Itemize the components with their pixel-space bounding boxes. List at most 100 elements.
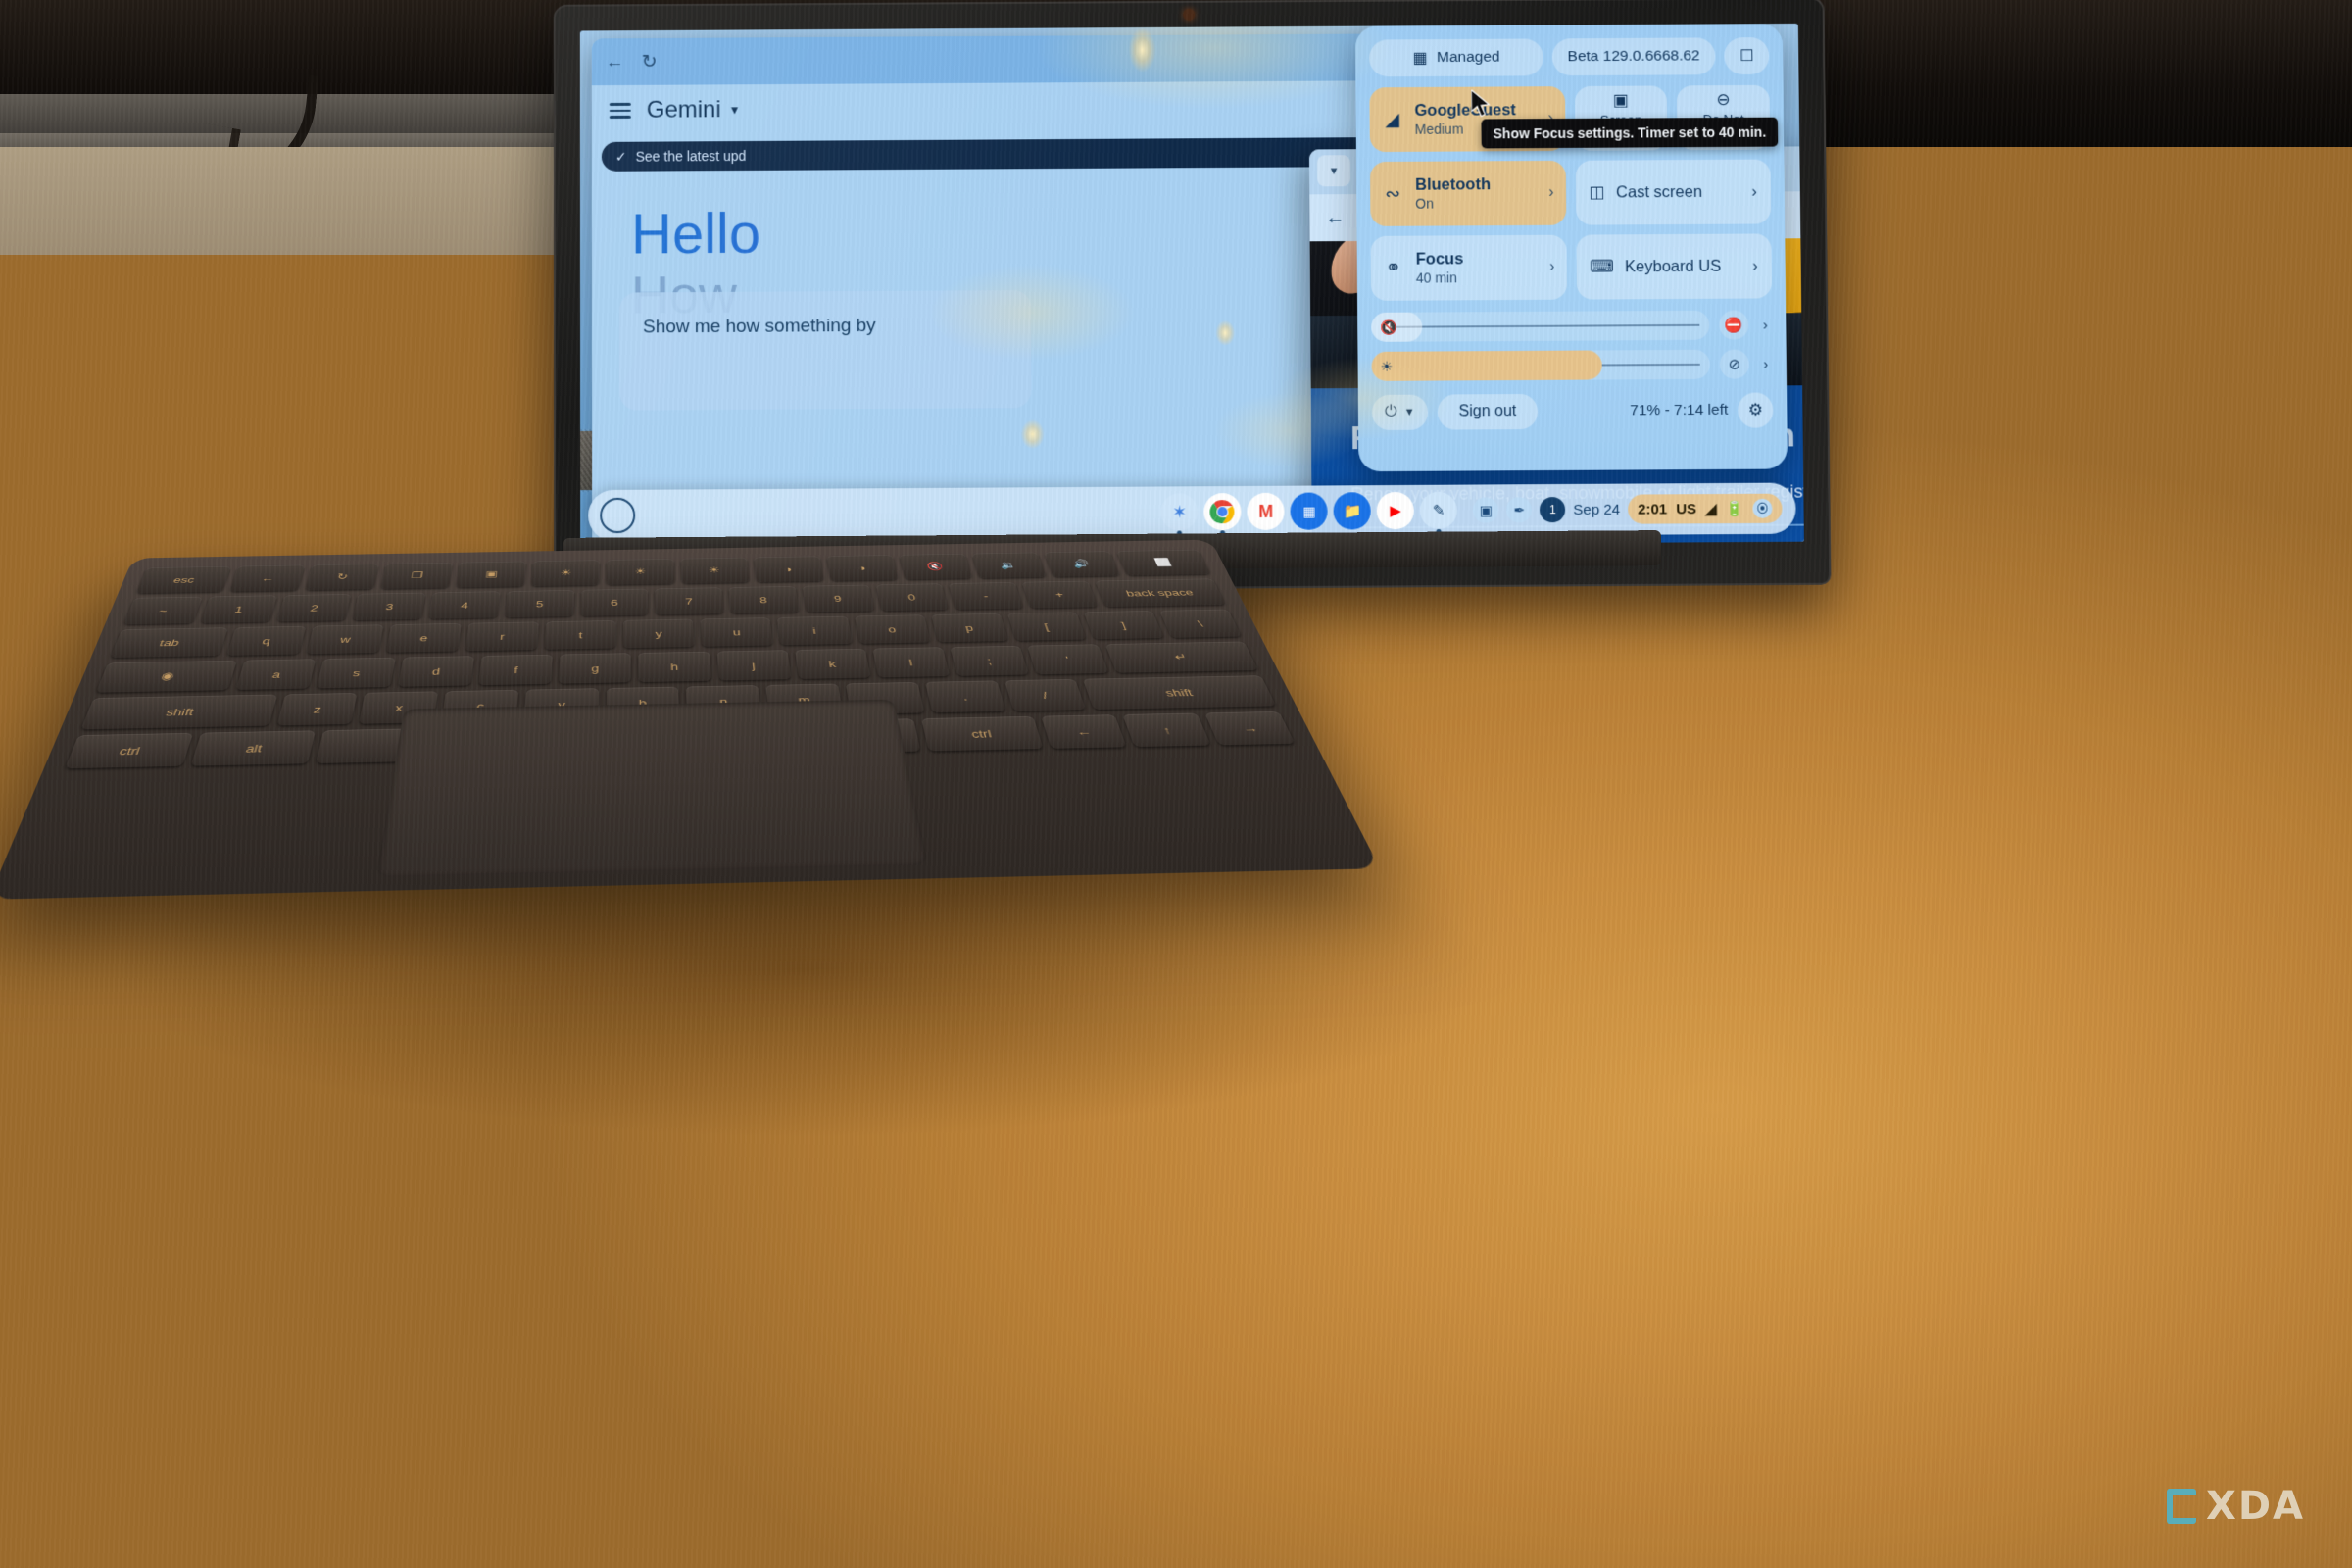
key-l[interactable]: l [872,647,950,677]
key-volume-mute[interactable]: ◑ [826,555,898,581]
bluetooth-tile[interactable]: ∾ Bluetooth On › [1370,161,1566,226]
key-back[interactable]: ← [229,565,305,592]
gmail-app-icon[interactable]: M [1248,493,1285,530]
cast-screen-tile[interactable]: ◫ Cast screen › [1575,160,1771,225]
brightness-slider-row[interactable]: ☀ ⊘ › [1371,349,1773,381]
key-shift-right[interactable]: shift [1083,675,1276,710]
key-g[interactable]: g [559,653,631,683]
key-w[interactable]: w [306,624,383,654]
reload-icon[interactable]: ↻ [642,52,658,71]
youtube-app-icon[interactable]: ▶ [1377,492,1414,529]
key-r[interactable]: r [466,621,539,651]
key-s[interactable]: s [317,658,395,689]
screen-capture-tray-icon[interactable]: ▣ [1473,497,1498,522]
key-arrow-left[interactable]: ← [1041,714,1127,749]
gemini-app-icon[interactable]: ✶ [1161,493,1199,530]
key-j[interactable]: j [716,650,791,680]
key-q[interactable]: q [226,626,306,656]
chevron-down-icon[interactable]: ▼ [729,103,741,117]
panel-toggle-icon[interactable]: ☐ [1724,37,1769,74]
system-tray[interactable]: 2:01 US ◢ 🔋 ⦿ [1628,494,1783,524]
key-period[interactable]: . [925,680,1005,712]
chevron-right-icon[interactable]: › [1759,356,1773,372]
key-tab[interactable]: tab [110,627,227,658]
key-2[interactable]: 2 [276,594,351,621]
key-snapshot[interactable]: ☀ [680,558,749,584]
key-p[interactable]: p [931,613,1008,642]
key-lock[interactable]: 🔊 [1044,551,1119,576]
stylus-tray-icon[interactable]: ✒ [1506,497,1532,522]
key-brightness-up[interactable]: ☀ [607,559,674,585]
chevron-down-icon[interactable]: ▾ [1317,155,1350,186]
status-tray-area[interactable]: ▣ ✒ 1 Sep 24 2:01 US ◢ 🔋 ⦿ [1467,494,1788,525]
key-f[interactable]: f [478,655,553,685]
key-overview[interactable]: ▣ [457,562,527,588]
key-i[interactable]: i [777,616,852,646]
back-icon[interactable]: ← [606,53,624,72]
key-5[interactable]: 5 [505,590,574,617]
sign-out-button[interactable]: Sign out [1437,394,1538,430]
key-backslash[interactable]: \ [1159,610,1242,638]
key-o[interactable]: o [855,614,931,644]
key-ctrl-right[interactable]: ctrl [921,716,1044,751]
notes-app-icon[interactable]: ✎ [1420,492,1457,529]
notification-badge[interactable]: 1 [1540,497,1565,522]
key-enter[interactable]: ↵ [1104,642,1258,673]
key-1[interactable]: 1 [200,595,276,623]
gemini-suggestion-chip[interactable]: Show me how something by [619,290,1032,411]
key-4[interactable]: 4 [428,591,500,618]
key-d[interactable]: d [398,656,474,687]
calendar-app-icon[interactable]: ▦ [1291,492,1328,529]
keyboard-tile[interactable]: ⌨ Keyboard US › [1576,233,1772,299]
mic-muted-icon[interactable]: ⛔ [1719,311,1748,340]
app-badge-icon[interactable]: ⦿ [1752,499,1772,518]
files-app-icon[interactable]: 📁 [1334,492,1371,529]
chevron-down-icon[interactable]: ▼ [1404,407,1415,418]
key-backspace[interactable]: back space [1095,578,1226,607]
key-y[interactable]: y [623,619,695,649]
key-e[interactable]: e [386,623,462,653]
key-8[interactable]: 8 [728,586,799,613]
key-arrow-up[interactable]: ↑ [1123,713,1211,748]
key-minus[interactable]: - [949,582,1023,610]
key-9[interactable]: 9 [802,585,873,612]
key-shift-left[interactable]: shift [80,695,276,730]
chevron-right-icon[interactable]: › [1752,257,1758,275]
chevron-right-icon[interactable]: › [1758,317,1772,333]
quick-settings-panel[interactable]: ▦ Managed Beta 129.0.6668.62 ☐ ◢ GoogleG… [1355,24,1788,471]
power-button[interactable]: ⏻ ▼ [1372,395,1428,430]
key-quote[interactable]: ' [1027,644,1108,674]
gear-icon[interactable]: ⚙ [1738,392,1773,427]
version-pill[interactable]: Beta 129.0.6668.62 [1552,37,1716,75]
volume-slider[interactable]: 🔇 [1371,311,1709,342]
key-semicolon[interactable]: ; [950,646,1029,676]
managed-pill[interactable]: ▦ Managed [1369,38,1544,76]
key-alt-left[interactable]: alt [191,730,317,765]
key-u[interactable]: u [701,617,773,647]
key-power[interactable]: ⬜ [1116,550,1210,576]
key-6[interactable]: 6 [580,589,649,616]
key-k[interactable]: k [795,649,871,679]
key-0[interactable]: 0 [875,583,949,611]
key-tilde[interactable]: ~ [123,597,202,625]
arrow-left-icon[interactable]: ← [1325,207,1345,229]
key-reload[interactable]: ↻ [306,564,379,590]
key-fullscreen[interactable]: ❐ [381,563,453,589]
brightness-icon[interactable]: ☀ [1371,350,1601,380]
volume-muted-icon[interactable]: 🔇 [1371,313,1422,342]
chevron-right-icon[interactable]: › [1751,182,1757,201]
brightness-slider[interactable]: ☀ [1371,350,1709,381]
chrome-app-icon[interactable] [1204,493,1242,530]
launcher-circle-icon[interactable] [600,498,635,533]
touchpad[interactable] [376,700,928,877]
focus-tile[interactable]: ⚭ Focus 40 min › [1371,235,1567,301]
key-ctrl-left[interactable]: ctrl [65,733,193,768]
chevron-right-icon[interactable]: › [1549,259,1554,276]
key-3[interactable]: 3 [353,593,426,620]
key-arrow-right[interactable]: → [1205,711,1296,745]
key-search[interactable]: ◉ [96,661,237,693]
key-t[interactable]: t [544,620,615,650]
key-bracket-left[interactable]: [ [1007,612,1087,640]
key-slash[interactable]: / [1004,679,1087,711]
key-a[interactable]: a [236,659,317,690]
